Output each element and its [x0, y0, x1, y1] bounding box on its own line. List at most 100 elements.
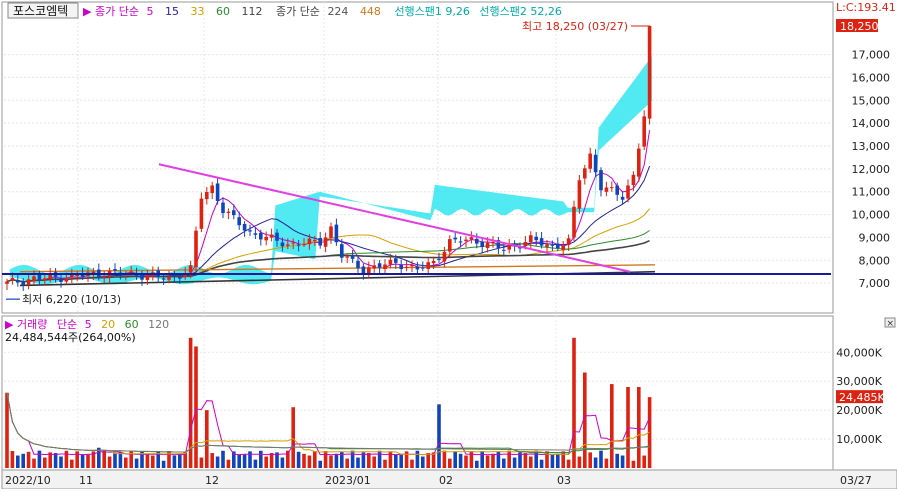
volume-bar — [588, 452, 592, 468]
candle-body — [205, 191, 209, 200]
close-icon[interactable]: × — [887, 319, 895, 329]
candle-body — [469, 237, 474, 240]
price-tick-label: 16,000 — [852, 71, 891, 84]
volume-bar — [394, 454, 398, 468]
candle-body — [10, 278, 15, 281]
ma-label: 종가 단순 — [95, 5, 139, 18]
volume-bar — [269, 453, 274, 468]
price-tick-label: 10,000 — [852, 209, 891, 222]
volume-bar — [566, 459, 571, 468]
candle-body — [545, 244, 549, 247]
candle-body — [448, 239, 452, 252]
candle-body — [296, 244, 301, 246]
candle-body — [572, 206, 576, 238]
volume-bar — [448, 458, 452, 468]
candle-body — [210, 185, 214, 194]
volume-bar — [80, 454, 85, 468]
ma-dot: ▶ — [83, 5, 95, 18]
volume-bar — [59, 456, 63, 468]
candle-body — [161, 278, 166, 280]
volume-bar — [631, 460, 636, 468]
candle-body — [475, 238, 479, 244]
candle-body — [583, 168, 587, 179]
volume-bar — [151, 455, 155, 468]
candle-body — [194, 230, 198, 268]
candle-body — [318, 238, 322, 246]
volume-bar — [53, 453, 58, 468]
volume-bar — [102, 450, 106, 468]
volume-bar — [604, 458, 609, 468]
volume-bar — [205, 410, 209, 468]
volume-bar — [291, 407, 295, 468]
candle-body — [529, 235, 533, 243]
candle-body — [323, 237, 328, 247]
price-tick-label: 12,000 — [852, 163, 891, 176]
stock-name: 포스코엠텍 — [13, 4, 68, 18]
candle-body — [604, 187, 609, 192]
volume-bar — [534, 450, 538, 468]
volume-bar — [113, 453, 117, 468]
volume-bar — [134, 458, 139, 468]
low-annotation: 최저 6,220 (10/13) — [22, 293, 121, 306]
candle-body — [523, 242, 528, 247]
volume-bar — [199, 457, 204, 468]
price-tick-label: 7,000 — [859, 277, 891, 290]
volume-bar — [593, 457, 598, 468]
ma-period: 33 — [190, 5, 204, 18]
volume-tick-label: 10,000K — [836, 433, 882, 446]
candle-body — [291, 242, 295, 244]
volume-bar — [475, 460, 479, 468]
volume-bar — [43, 457, 47, 468]
price-tick-label: 14,000 — [852, 117, 891, 130]
candle-body — [307, 238, 312, 245]
volume-bar — [442, 450, 447, 468]
volume-bar — [523, 453, 528, 468]
candle-body — [556, 243, 560, 249]
volume-bar — [5, 392, 9, 468]
volume-bar — [215, 456, 220, 468]
candle-body — [631, 174, 636, 185]
volume-bar — [377, 450, 382, 468]
volume-bar — [383, 459, 387, 468]
price-tick-label: 11,000 — [852, 186, 891, 199]
volume-bar — [345, 458, 349, 468]
candle-body — [458, 241, 463, 243]
ma-long-period: 448 — [360, 5, 381, 18]
volume-bar — [372, 456, 376, 468]
candle-body — [566, 238, 571, 245]
volume-bar — [237, 454, 241, 468]
volume-bar — [97, 447, 101, 468]
candle-body — [361, 266, 366, 274]
x-axis-label: 12 — [205, 474, 219, 487]
candle-body — [577, 180, 582, 209]
volume-bar — [507, 450, 511, 468]
volume-bar — [539, 459, 544, 468]
volume-bar — [334, 453, 339, 468]
candle-body — [345, 256, 349, 258]
volume-tick-label: 30,000K — [836, 375, 882, 388]
stock-chart-window: 7,000 8,000 9,000 10,000 11,000 12,000 13,000 1… — [0, 0, 897, 490]
candle-body — [102, 276, 106, 278]
candle-body — [264, 236, 268, 241]
candle-body — [129, 271, 133, 273]
candle-body — [178, 277, 182, 279]
candle-body — [237, 217, 241, 226]
candle-body — [167, 276, 171, 280]
candle-body — [453, 237, 457, 240]
volume-bar — [124, 457, 128, 468]
current-price-badge-text: 18,250 — [840, 20, 879, 33]
candle-body — [410, 264, 414, 267]
volume-ma-period: 120 — [148, 318, 169, 331]
volume-bar — [637, 386, 641, 468]
candle-body — [340, 244, 344, 258]
candle-body — [534, 236, 538, 241]
candle-body — [485, 242, 490, 248]
volume-bar — [437, 404, 441, 468]
volume-bar — [118, 452, 123, 468]
volume-bar — [620, 455, 625, 468]
top-right-value: L:C:193.41 — [836, 1, 896, 14]
candle-body — [620, 196, 625, 200]
volume-bar — [64, 450, 69, 468]
current-volume-badge-text: 24,485K — [839, 391, 885, 404]
ma-period: 60 — [216, 5, 230, 18]
